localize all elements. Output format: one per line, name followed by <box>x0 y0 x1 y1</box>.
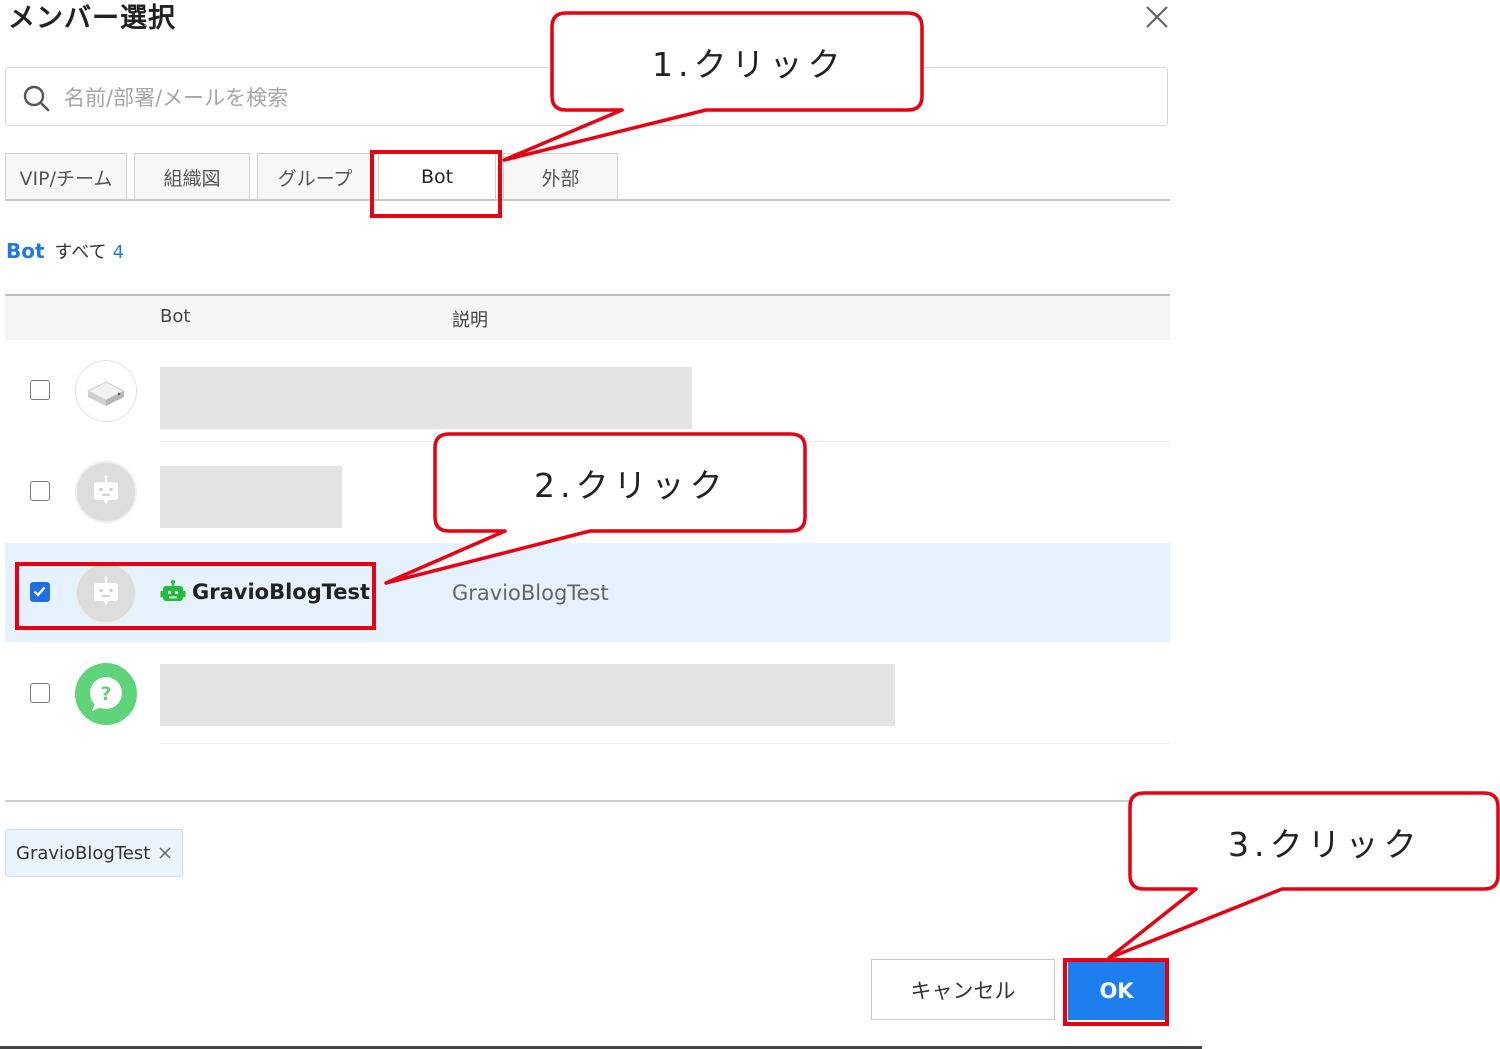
tab-group[interactable]: グループ <box>257 153 373 200</box>
count-total: 4 <box>112 242 125 263</box>
cancel-button[interactable]: キャンセル <box>871 959 1055 1020</box>
bot-description: GravioBlogTest <box>452 581 609 605</box>
highlight-ok-button <box>1063 958 1169 1026</box>
row-checkbox[interactable] <box>30 481 50 501</box>
redacted-bot-name <box>160 466 342 528</box>
selected-chip: GravioBlogTest <box>5 829 184 877</box>
callout-step3: 3.クリック <box>1228 825 1422 864</box>
callout-step1: 1.クリック <box>652 45 846 84</box>
search-input[interactable] <box>62 80 1146 116</box>
row-divider <box>160 743 1170 744</box>
bot-count: Bot すべて 4 <box>6 238 124 264</box>
footer-divider <box>5 800 1170 802</box>
redacted-bot-name <box>160 367 692 429</box>
svg-text:?: ? <box>100 683 111 705</box>
count-all-label: すべて <box>54 242 107 263</box>
row-checkbox[interactable] <box>30 683 50 703</box>
remove-chip-icon[interactable] <box>158 846 172 860</box>
dialog-title: メンバー選択 <box>8 3 176 34</box>
column-header-bot: Bot <box>160 306 191 327</box>
count-category: Bot <box>6 239 45 263</box>
question-chat-icon: ? <box>75 663 137 725</box>
selected-chip-label: GravioBlogTest <box>16 842 151 864</box>
search-box[interactable] <box>5 67 1168 126</box>
close-icon[interactable] <box>1142 2 1172 32</box>
callout-step2: 2.クリック <box>534 466 728 505</box>
highlight-selected-row <box>15 562 376 630</box>
row-checkbox[interactable] <box>30 380 50 400</box>
tabs-divider <box>5 199 1170 201</box>
tab-external[interactable]: 外部 <box>503 153 618 200</box>
tab-org-chart[interactable]: 組織図 <box>134 153 250 200</box>
column-header-description: 説明 <box>452 310 488 331</box>
device-icon <box>75 360 137 422</box>
row-divider <box>160 441 1170 442</box>
search-icon <box>23 85 50 112</box>
redacted-bot-name <box>160 664 895 726</box>
robot-icon <box>75 461 137 523</box>
highlight-bot-tab <box>370 150 502 218</box>
tab-vip-team[interactable]: VIP/チーム <box>5 153 127 200</box>
